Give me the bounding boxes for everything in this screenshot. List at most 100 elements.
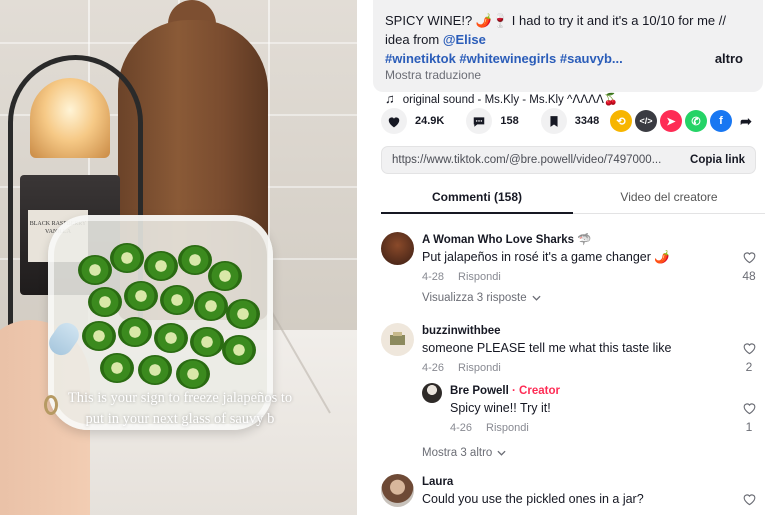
jalapeno-slice [194, 291, 228, 321]
chevron-down-icon [532, 295, 541, 301]
jalapeno-slice [226, 299, 260, 329]
video-caption: This is your sign to freeze jalapeños to… [67, 390, 293, 427]
jalapeno-slice [222, 335, 256, 365]
more-button[interactable]: altro [715, 49, 743, 68]
facebook-icon[interactable]: f [710, 110, 732, 132]
share-icons: ⟲ </> ➤ ✆ f ➦ [610, 110, 757, 132]
bookmark-icon [540, 108, 567, 134]
comment-button[interactable]: 158 [466, 108, 519, 134]
tab-creator-videos[interactable]: Video del creatore [573, 180, 765, 213]
heart-outline-icon [743, 252, 755, 264]
jalapeno-slice [124, 281, 158, 311]
chevron-down-icon [497, 450, 506, 456]
jalapeno-slice [82, 321, 116, 351]
description-row: #winetiktok #whitewinegirls #sauvyb... a… [385, 49, 751, 68]
embed-icon[interactable]: </> [635, 110, 657, 132]
comment-count: 158 [500, 115, 519, 127]
reply-button[interactable]: Rispondi [486, 418, 529, 438]
link-bar: https://www.tiktok.com/@bre.powell/video… [381, 146, 756, 174]
jalapeno-slice [154, 323, 188, 353]
comment-meta: 4-26 Rispondi [422, 358, 722, 378]
sound-row[interactable]: ♫ original sound - Ms.Kly - Ms.Kly ^ᐱᐱᐱᐱ… [385, 91, 751, 106]
description-box: SPICY WINE!? 🌶️🍷 I had to try it and it'… [373, 0, 763, 106]
side-panel: SPICY WINE!? 🌶️🍷 I had to try it and it'… [357, 0, 768, 515]
jalapeno-slice [118, 317, 152, 347]
reply-date: 4-26 [450, 422, 473, 434]
whatsapp-icon[interactable]: ✆ [685, 110, 707, 132]
copy-link-button[interactable]: Copia link [690, 154, 745, 166]
comment-text: someone PLEASE tell me what this taste l… [422, 341, 672, 355]
hashtag-link[interactable]: #winetiktok [385, 51, 456, 66]
jalapeno-slice [144, 251, 178, 281]
repost-icon[interactable]: ⟲ [610, 110, 632, 132]
jalapeno-slice [110, 243, 144, 273]
share-arrow-icon[interactable]: ➦ [735, 110, 757, 132]
comment-item: A Woman Who Love Sharks 🦈 Put jalapeños … [381, 232, 761, 312]
reply-button[interactable]: Rispondi [458, 358, 501, 378]
comment-like-button[interactable] [737, 492, 761, 511]
avatar[interactable] [381, 474, 414, 507]
mention-link[interactable]: @Elise [443, 32, 486, 47]
comment-body: Laura Could you use the pickled ones in … [422, 474, 722, 509]
description-text: SPICY WINE!? 🌶️🍷 I had to try it and it'… [385, 13, 726, 47]
reply-user-row: Bre Powell · Creator [450, 383, 710, 399]
comment-date: 4-26 [422, 362, 445, 374]
video-player[interactable]: BLACK RASPBERRY VANILLA This is your sig… [0, 0, 357, 515]
show-more-label: Mostra 3 altro [422, 447, 493, 459]
candle-warmer-lamp-shade [30, 78, 110, 158]
jalapeno-slice [178, 245, 212, 275]
view-replies-button[interactable]: Visualizza 3 risposte [422, 290, 722, 306]
avatar[interactable] [422, 383, 442, 403]
comment-date: 4-28 [422, 271, 445, 283]
comment-like-count: 48 [742, 269, 756, 283]
sound-name: original sound - Ms.Kly - Ms.Kly ^ᐱᐱᐱᐱ🍒 [402, 93, 619, 106]
heart-outline-icon [743, 494, 755, 506]
comment-body: A Woman Who Love Sharks 🦈 Put jalapeños … [422, 232, 722, 306]
ring [44, 395, 58, 415]
comment-text: Put jalapeños in rosé it's a game change… [422, 250, 670, 264]
tab-bar: Commenti (158) Video del creatore [381, 180, 765, 214]
heart-outline-icon [743, 403, 755, 415]
jalapeno-slice [138, 355, 172, 385]
reply-body: Bre Powell · Creator Spicy wine!! Try it… [450, 383, 710, 438]
comment-text: Could you use the pickled ones in a jar? [422, 492, 644, 506]
comment-username[interactable]: A Woman Who Love Sharks 🦈 [422, 232, 722, 248]
hashtag-link[interactable]: #whitewinegirls [459, 51, 556, 66]
reply-meta: 4-26 Rispondi [450, 418, 710, 438]
avatar[interactable] [381, 323, 414, 356]
save-button[interactable]: 3348 [540, 108, 600, 134]
reply-item: Bre Powell · Creator Spicy wine!! Try it… [422, 383, 761, 438]
jalapeno-slice [208, 261, 242, 291]
jalapeno-slice [176, 359, 210, 389]
comment-item: buzzinwithbee someone PLEASE tell me wha… [381, 323, 761, 461]
heart-icon [381, 108, 407, 134]
reply-like-button[interactable]: 1 [737, 401, 761, 434]
save-count: 3348 [574, 115, 600, 127]
description: SPICY WINE!? 🌶️🍷 I had to try it and it'… [385, 11, 751, 49]
comment-like-button[interactable]: 48 [737, 250, 761, 283]
translate-link[interactable]: Mostra traduzione [385, 68, 751, 82]
reply-username[interactable]: Bre Powell [450, 385, 509, 397]
video-url[interactable]: https://www.tiktok.com/@bre.powell/video… [392, 154, 661, 166]
jalapeno-slice [78, 255, 112, 285]
hashtag-link[interactable]: #sauvyb... [560, 51, 623, 66]
jalapeno-slice [100, 353, 134, 383]
reply-like-count: 1 [745, 420, 753, 434]
comment-username[interactable]: buzzinwithbee [422, 323, 722, 339]
show-more-replies-button[interactable]: Mostra 3 altro [422, 445, 506, 461]
view-replies-label: Visualizza 3 risposte [422, 292, 527, 304]
like-button[interactable]: 24.9K [381, 108, 444, 134]
comment-like-count: 2 [745, 360, 753, 374]
music-note-icon: ♫ [385, 91, 395, 106]
reply-text: Spicy wine!! Try it! [450, 401, 551, 415]
comment-like-button[interactable]: 2 [737, 341, 761, 374]
avatar[interactable] [381, 232, 414, 265]
comment-item: Laura Could you use the pickled ones in … [381, 474, 761, 515]
comment-username[interactable]: Laura [422, 474, 722, 490]
comment-icon [466, 108, 493, 134]
send-icon[interactable]: ➤ [660, 110, 682, 132]
heart-outline-icon [743, 343, 755, 355]
jalapeno-slice [190, 327, 224, 357]
reply-button[interactable]: Rispondi [458, 267, 501, 287]
tab-comments[interactable]: Commenti (158) [381, 180, 573, 214]
